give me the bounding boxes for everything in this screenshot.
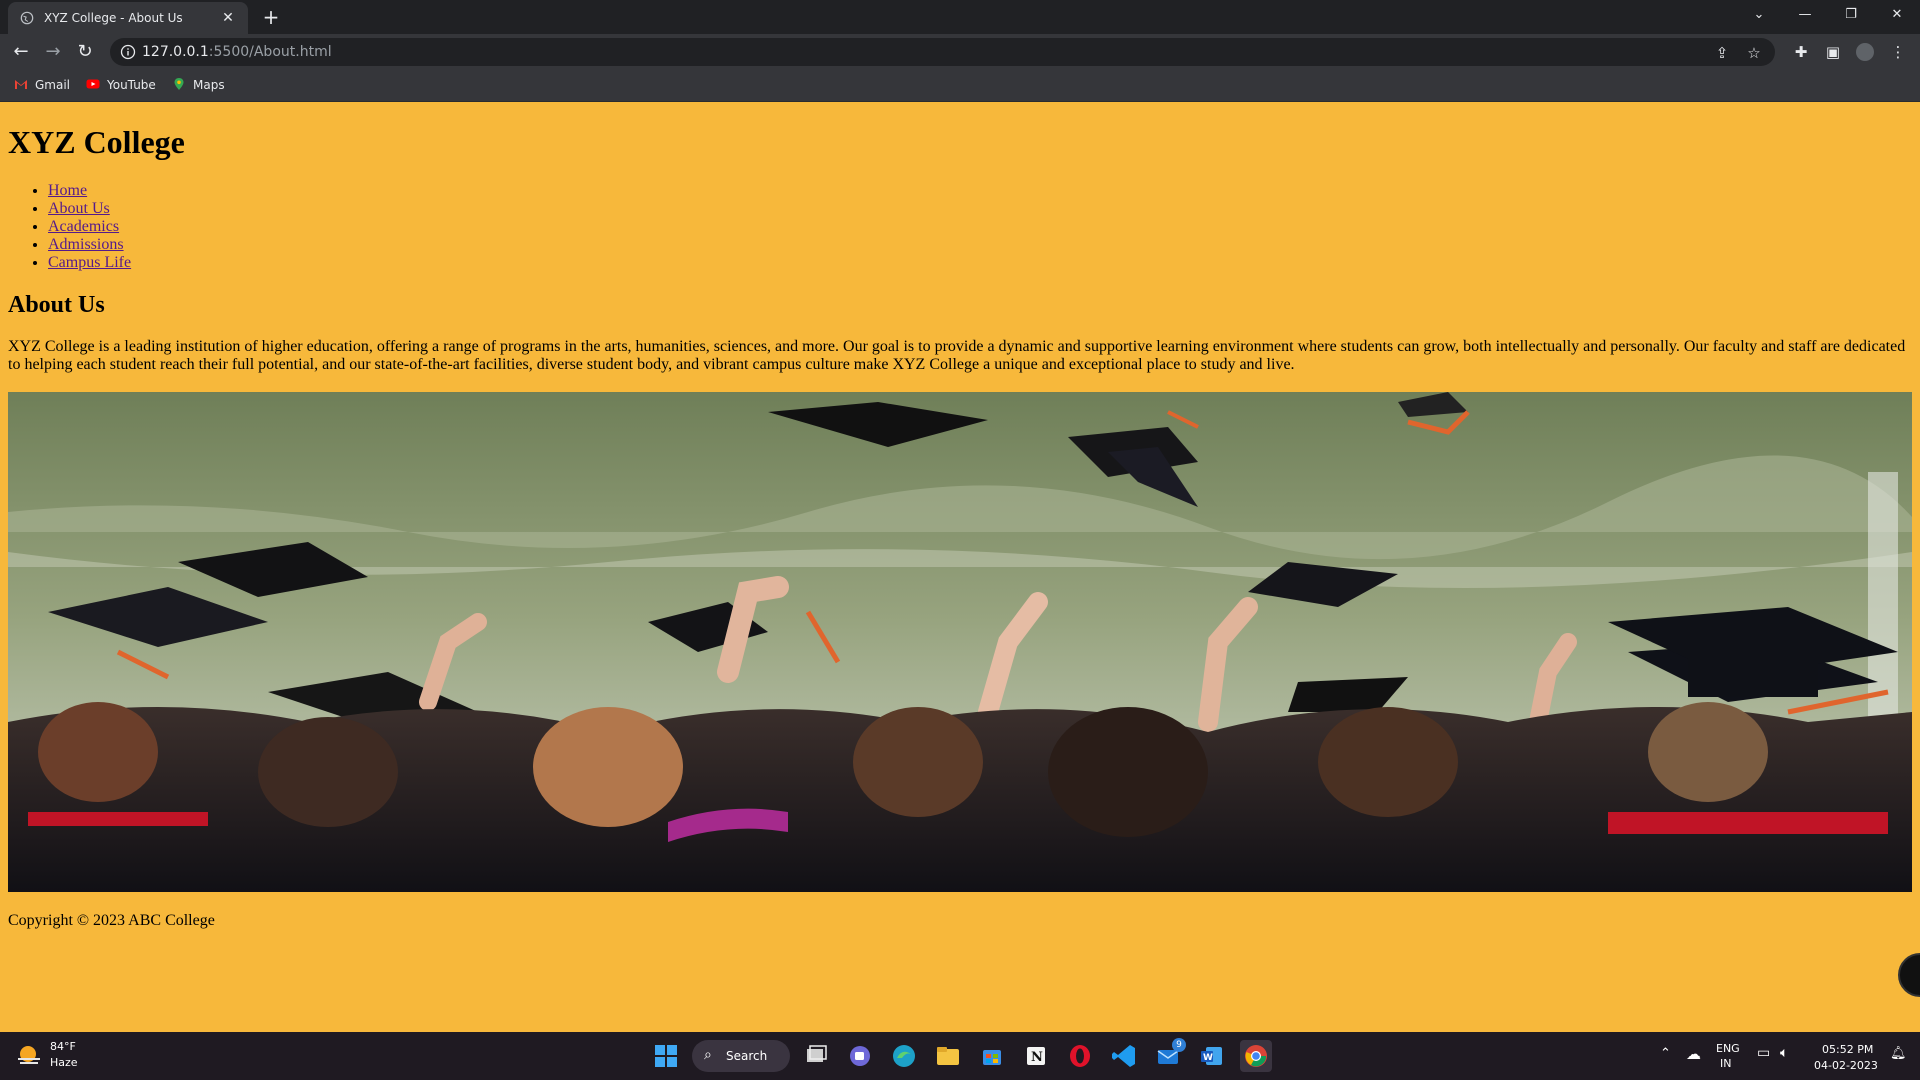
about-paragraph: XYZ College is a leading institution of … (8, 338, 1906, 373)
tab-search-icon[interactable]: ⌄ (1736, 0, 1782, 30)
close-window-icon[interactable]: ✕ (1874, 0, 1920, 30)
tab-title: XYZ College - About Us (44, 11, 183, 25)
mail-badge: 9 (1172, 1038, 1186, 1052)
browser-tab-active[interactable]: XYZ College - About Us ✕ (8, 2, 248, 34)
taskbar-search-label: Search (726, 1049, 768, 1063)
chat-icon[interactable] (844, 1040, 876, 1072)
site-info-icon[interactable] (120, 44, 136, 60)
network-icon[interactable]: ▭ (1757, 1045, 1770, 1080)
footer-copyright: Copyright © 2023 ABC College (8, 912, 215, 929)
url-text: 127.0.0.1:5500/About.html (142, 44, 332, 60)
address-bar[interactable]: 127.0.0.1:5500/About.html ⇪ ☆ (110, 38, 1775, 66)
windows-taskbar: 84°F Haze ⌕ Search N 9 W ⌃ ☁ ENG IN ▭ 🔈︎… (0, 1032, 1920, 1080)
notion-icon[interactable]: N (1020, 1040, 1052, 1072)
clock-date[interactable]: 04-02-2023 (1814, 1059, 1878, 1072)
main-nav: Home About Us Academics Admissions Campu… (48, 182, 131, 272)
new-tab-button[interactable]: + (258, 4, 284, 30)
bookmarks-bar: Gmail YouTube Maps (0, 70, 1920, 102)
language-code: ENG (1716, 1042, 1740, 1055)
svg-text:N: N (1031, 1050, 1043, 1065)
nav-item-campus-life: Campus Life (48, 254, 131, 272)
region-code: IN (1720, 1057, 1732, 1070)
forward-icon[interactable]: → (40, 39, 66, 65)
share-icon[interactable]: ⇪ (1713, 44, 1731, 62)
url-path: :5500/About.html (208, 44, 332, 60)
site-title: XYZ College (8, 124, 185, 160)
store-icon[interactable] (976, 1040, 1008, 1072)
nav-item-admissions: Admissions (48, 236, 131, 254)
language-indicator[interactable]: ENG IN (1716, 1042, 1740, 1080)
back-icon[interactable]: ← (8, 39, 34, 65)
menu-kebab-icon[interactable]: ⋮ (1888, 42, 1908, 62)
section-title: About Us (8, 292, 105, 318)
nav-item-about: About Us (48, 200, 131, 218)
minimize-icon[interactable]: — (1782, 0, 1828, 30)
tray-overflow-chevron-icon[interactable]: ⌃ (1660, 1046, 1671, 1080)
extensions-icon[interactable]: ✚ (1791, 42, 1811, 62)
reload-icon[interactable]: ↻ (72, 39, 98, 65)
svg-text:W: W (1203, 1053, 1213, 1063)
graduation-photo (8, 392, 1912, 892)
taskbar-search[interactable]: ⌕ Search (692, 1040, 790, 1072)
mail-icon[interactable]: 9 (1152, 1038, 1186, 1072)
side-panel-handle[interactable] (1898, 953, 1920, 997)
haze-sun-icon (18, 1046, 40, 1064)
bookmark-gmail[interactable]: Gmail (14, 77, 70, 95)
nav-link-academics[interactable]: Academics (48, 218, 119, 235)
side-panel-icon[interactable]: ▣ (1823, 42, 1843, 62)
bookmark-label-gmail: Gmail (35, 78, 71, 92)
bookmark-star-icon[interactable]: ☆ (1745, 44, 1763, 62)
gmail-icon (15, 80, 27, 89)
notification-bell-icon[interactable]: 🔔︎ (1890, 1046, 1907, 1080)
nav-link-about[interactable]: About Us (48, 200, 110, 217)
bookmark-label-maps: Maps (193, 78, 225, 92)
bookmark-maps[interactable]: Maps (172, 77, 225, 95)
profile-avatar[interactable] (1856, 43, 1874, 61)
file-explorer-icon[interactable] (932, 1040, 964, 1072)
browser-titlebar: XYZ College - About Us ✕ + ⌄ — ❐ ✕ (0, 0, 1920, 34)
word-icon[interactable]: W (1196, 1040, 1228, 1072)
close-tab-icon[interactable]: ✕ (218, 8, 238, 28)
edge-browser-icon[interactable] (888, 1040, 920, 1072)
url-host: 127.0.0.1 (142, 44, 209, 60)
bookmark-youtube[interactable]: YouTube (86, 77, 156, 95)
globe-icon (20, 11, 34, 25)
nav-item-academics: Academics (48, 218, 131, 236)
bookmark-label-youtube: YouTube (107, 78, 156, 92)
youtube-icon (86, 79, 100, 89)
start-button[interactable] (650, 1040, 682, 1072)
nav-link-admissions[interactable]: Admissions (48, 236, 124, 253)
page-viewport: XYZ College Home About Us Academics Admi… (0, 102, 1920, 1032)
volume-icon[interactable]: 🔈︎ (1780, 1045, 1788, 1080)
opera-icon[interactable] (1064, 1040, 1096, 1072)
maps-pin-icon (174, 78, 184, 90)
nav-link-campus-life[interactable]: Campus Life (48, 254, 131, 271)
nav-link-home[interactable]: Home (48, 182, 87, 199)
browser-toolbar: ← → ↻ 127.0.0.1:5500/About.html ⇪ ☆ ✚ ▣ … (0, 34, 1920, 70)
restore-icon[interactable]: ❐ (1828, 0, 1874, 30)
weather-widget[interactable]: 84°F Haze (16, 1040, 136, 1072)
chrome-icon[interactable] (1240, 1040, 1272, 1072)
weather-condition: Haze (50, 1056, 78, 1069)
windows-logo-icon (655, 1045, 677, 1067)
onedrive-cloud-icon[interactable]: ☁ (1686, 1045, 1701, 1080)
nav-item-home: Home (48, 182, 131, 200)
task-view-icon[interactable] (800, 1040, 832, 1072)
vscode-icon[interactable] (1108, 1040, 1140, 1072)
search-icon: ⌕ (704, 1047, 712, 1063)
weather-temp: 84°F (50, 1040, 76, 1053)
clock-time[interactable]: 05:52 PM (1822, 1043, 1873, 1056)
